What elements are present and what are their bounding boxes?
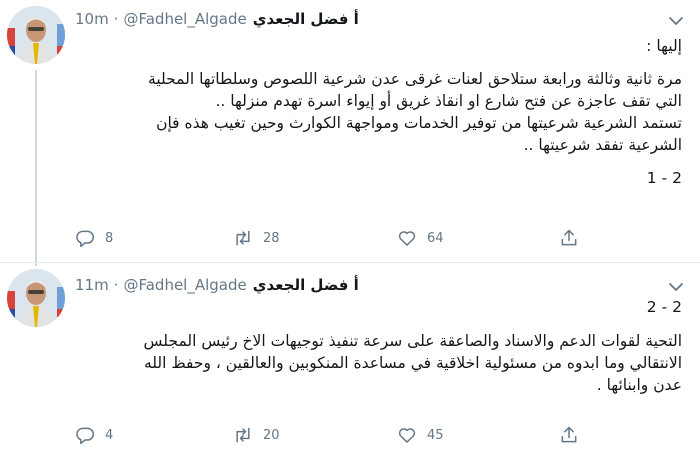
tweet-time[interactable]: 10m [75, 10, 109, 28]
separator-dot: · [113, 10, 119, 28]
text-line: تستمد الشرعية شرعيتها من توفير الخدمات و… [156, 114, 682, 132]
user-name[interactable]: أ فضل الجعدي [253, 10, 359, 28]
text-line: التي تقف عاجزة عن فتح شارع او انقاذ غريق… [215, 92, 682, 110]
like-count: 45 [427, 427, 444, 443]
retweet-icon [236, 427, 250, 443]
reply-icon [76, 427, 95, 445]
retweet-icon [236, 230, 250, 246]
reply-icon [76, 230, 95, 248]
avatar[interactable] [7, 269, 65, 327]
like-button[interactable]: 64 [397, 226, 444, 250]
like-icon [398, 428, 416, 443]
retweet-button[interactable]: 20 [233, 423, 280, 447]
tweet-text: إليها : مرة ثانية وثالثة ورابعة ستلاحق ل… [75, 34, 682, 189]
retweet-count: 28 [263, 230, 280, 246]
thread-counter: 2 - 1 [646, 169, 682, 187]
tweet-actions: 4 20 45 [75, 423, 682, 447]
tweet-header: 11m · @Fadhel_Algade أ فضل الجعدي [75, 274, 359, 296]
avatar[interactable] [7, 6, 65, 64]
chevron-down-icon[interactable] [668, 278, 684, 291]
user-handle[interactable]: @Fadhel_Algade [123, 10, 246, 28]
text-line: إليها : [646, 37, 682, 55]
text-line: مرة ثانية وثالثة ورابعة ستلاحق لعنات غرق… [148, 70, 682, 88]
like-count: 64 [427, 230, 444, 246]
like-button[interactable]: 45 [397, 423, 444, 447]
reply-count: 8 [105, 230, 114, 246]
tweet-text: 2 - 2 التحية لقوات الدعم والاسناد والصاع… [75, 296, 682, 396]
share-button[interactable] [559, 423, 579, 447]
text-line: الانتقالي وما ابدوه من مسئولية اخلاقية ف… [143, 354, 682, 372]
chevron-down-icon[interactable] [668, 12, 684, 25]
thread-counter: 2 - 2 [646, 298, 682, 316]
text-line: الشرعية تفقد شرعيتها .. [523, 136, 682, 154]
reply-button[interactable]: 4 [75, 423, 113, 447]
separator-dot: · [113, 276, 119, 294]
user-handle[interactable]: @Fadhel_Algade [123, 276, 246, 294]
text-line: التحية لقوات الدعم والاسناد والصاعقة على… [143, 332, 682, 350]
text-line: عدن وابنائها . [596, 376, 682, 394]
reply-button[interactable]: 8 [75, 226, 113, 250]
tweet-actions: 8 28 64 [75, 226, 682, 250]
retweet-count: 20 [263, 427, 280, 443]
like-icon [398, 231, 416, 246]
share-icon [561, 229, 577, 246]
retweet-button[interactable]: 28 [233, 226, 280, 250]
tweet-time[interactable]: 11m [75, 276, 109, 294]
thread-line [35, 70, 37, 266]
reply-count: 4 [105, 427, 114, 443]
tweet-header: 10m · @Fadhel_Algade أ فضل الجعدي [75, 8, 359, 30]
share-icon [561, 426, 577, 443]
share-button[interactable] [559, 226, 579, 250]
user-name[interactable]: أ فضل الجعدي [253, 276, 359, 294]
